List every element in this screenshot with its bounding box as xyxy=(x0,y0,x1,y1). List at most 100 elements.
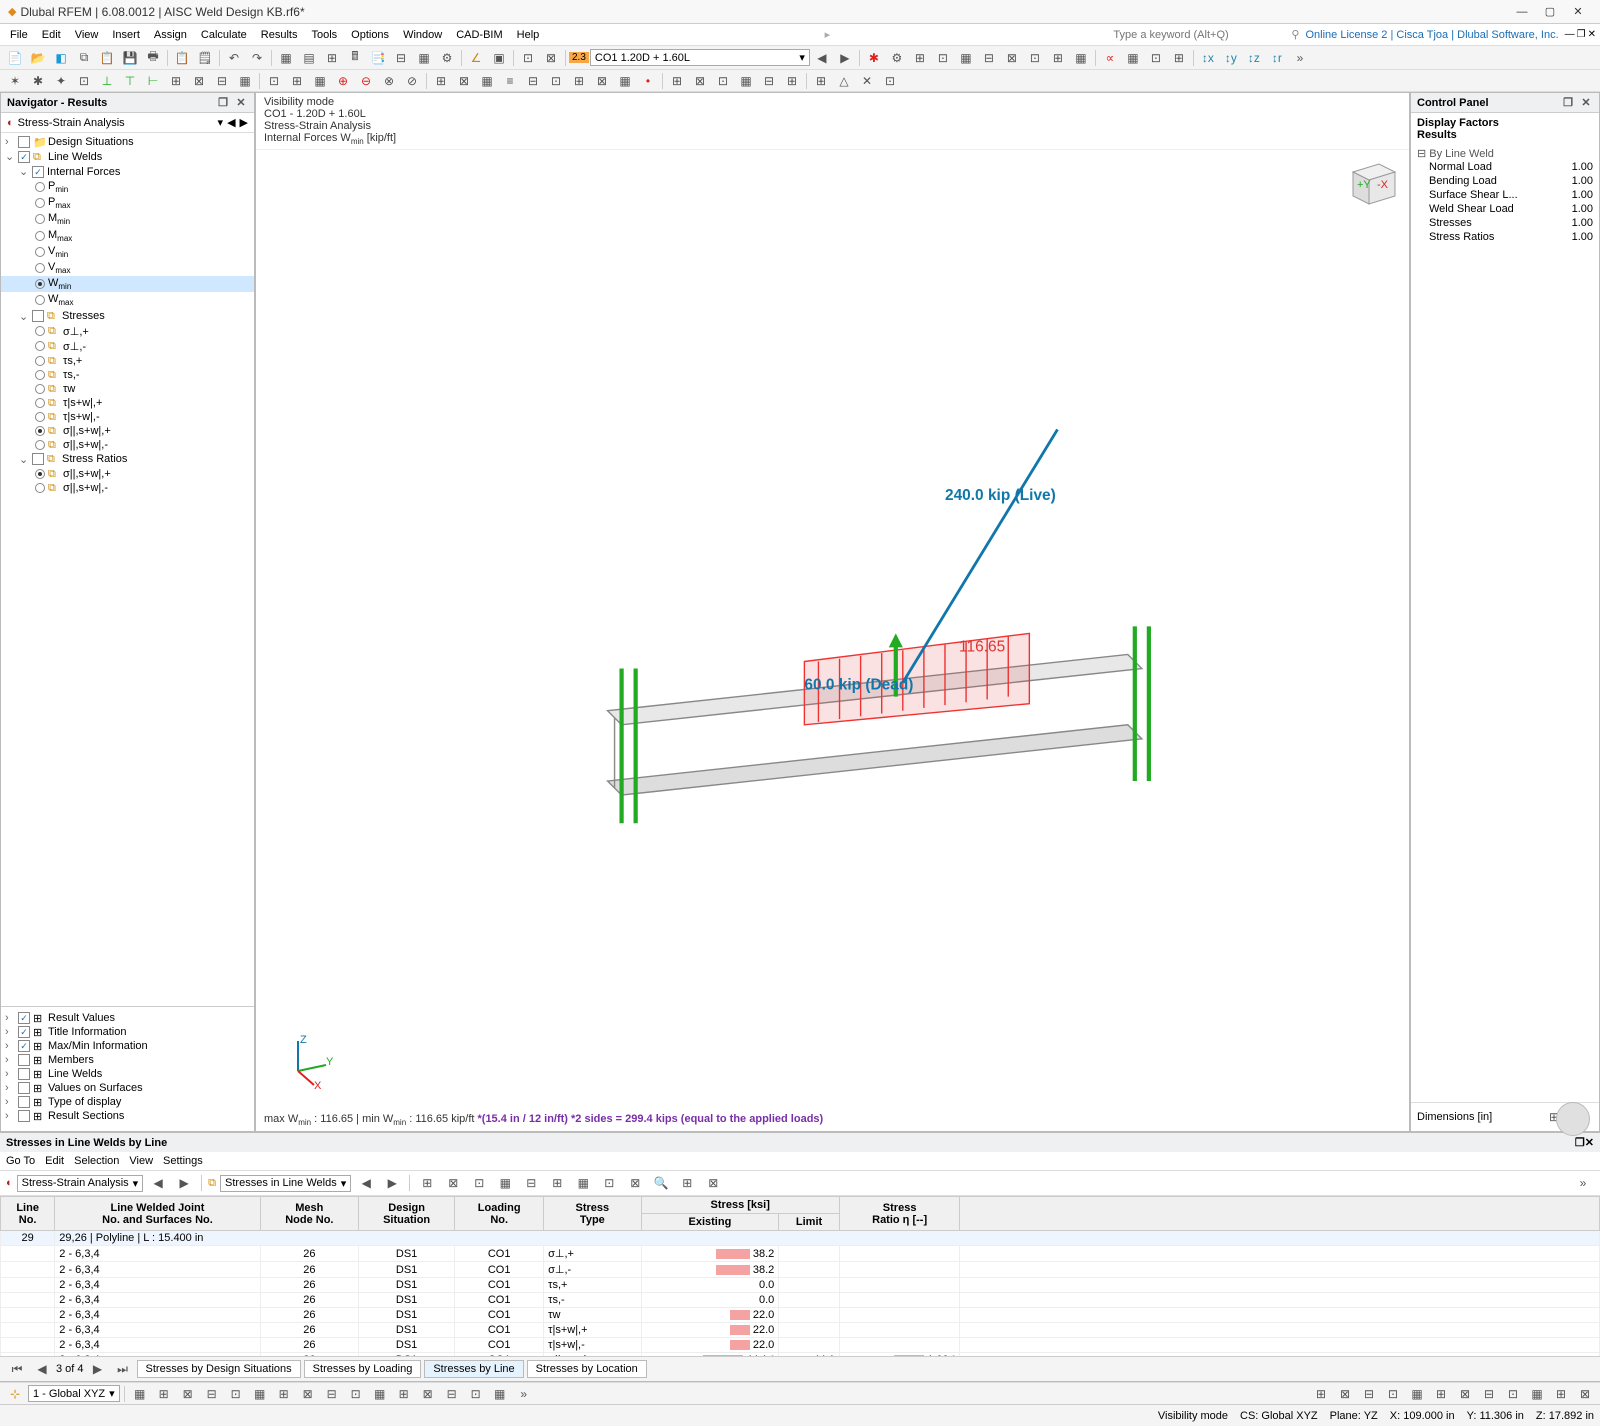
b23-icon[interactable]: ⊟ xyxy=(522,71,544,91)
nav-lower-2[interactable]: Max/Min Information xyxy=(48,1040,148,1052)
view-cube[interactable]: +Y -X xyxy=(1341,158,1401,212)
tree-stress-7[interactable]: σ||,s+w|,+ xyxy=(63,425,111,437)
tree-stress-0[interactable]: σ⊥,+ xyxy=(63,325,89,338)
b13-icon[interactable]: ⊞ xyxy=(286,71,308,91)
t5-icon[interactable]: ⊠ xyxy=(1001,48,1023,68)
ctrl-item-value[interactable]: 1.00 xyxy=(1572,231,1593,243)
bb6-icon[interactable]: ▦ xyxy=(249,1384,271,1404)
tt-prev2-icon[interactable]: ◀ xyxy=(355,1173,377,1193)
tt-prev-icon[interactable]: ◀ xyxy=(147,1173,169,1193)
b21-icon[interactable]: ▦ xyxy=(476,71,498,91)
paste-icon[interactable]: 📋 xyxy=(96,48,118,68)
tree-vmax[interactable]: Vmax xyxy=(48,261,70,275)
panel-close-icon[interactable]: ✕ xyxy=(234,96,248,109)
b14-icon[interactable]: ▦ xyxy=(309,71,331,91)
tree-stress-2[interactable]: τs,+ xyxy=(63,355,82,367)
save-icon[interactable]: 💾 xyxy=(119,48,141,68)
tree-wmax[interactable]: Wmax xyxy=(48,293,74,307)
coord-icon[interactable]: ⊹ xyxy=(4,1384,26,1404)
b35-icon[interactable]: ⊞ xyxy=(810,71,832,91)
bb12-icon[interactable]: ⊞ xyxy=(393,1384,415,1404)
b17-icon[interactable]: ⊗ xyxy=(378,71,400,91)
b11-icon[interactable]: ▦ xyxy=(234,71,256,91)
gear2-icon[interactable]: ⚙ xyxy=(886,48,908,68)
t6-icon[interactable]: ⊡ xyxy=(1024,48,1046,68)
tt9-icon[interactable]: ⊠ xyxy=(624,1173,646,1193)
bb29-icon[interactable]: ▦ xyxy=(1526,1384,1548,1404)
bb5-icon[interactable]: ⊡ xyxy=(225,1384,247,1404)
bb2-icon[interactable]: ⊞ xyxy=(153,1384,175,1404)
b29-icon[interactable]: ⊞ xyxy=(666,71,688,91)
b31-icon[interactable]: ⊡ xyxy=(712,71,734,91)
b8-icon[interactable]: ⊞ xyxy=(165,71,187,91)
b4-icon[interactable]: ⊡ xyxy=(73,71,95,91)
tree-stresses[interactable]: Stresses xyxy=(62,310,105,322)
pager-prev-icon[interactable]: ◀ xyxy=(31,1359,53,1379)
highlight-icon[interactable]: ∠ xyxy=(465,48,487,68)
b33-icon[interactable]: ⊟ xyxy=(758,71,780,91)
b32-icon[interactable]: ▦ xyxy=(735,71,757,91)
ctrl-undock-icon[interactable]: ❐ xyxy=(1561,96,1575,109)
model1-icon[interactable]: ⊡ xyxy=(517,48,539,68)
tt7-icon[interactable]: ▦ xyxy=(572,1173,594,1193)
redo-icon[interactable]: ↷ xyxy=(246,48,268,68)
tree-mmin[interactable]: Mmin xyxy=(48,212,70,226)
fe-icon[interactable]: ▦ xyxy=(413,48,435,68)
tree-line-welds[interactable]: Line Welds xyxy=(48,151,102,163)
b3-icon[interactable]: ✦ xyxy=(50,71,72,91)
bb26-icon[interactable]: ⊠ xyxy=(1454,1384,1476,1404)
table-menu-go-to[interactable]: Go To xyxy=(6,1155,35,1167)
tree-stress-1[interactable]: σ⊥,- xyxy=(63,340,86,353)
tree-internal-forces[interactable]: Internal Forces xyxy=(47,166,120,178)
bb13-icon[interactable]: ⊠ xyxy=(417,1384,439,1404)
ctrl-close-icon[interactable]: ✕ xyxy=(1579,96,1593,109)
b26-icon[interactable]: ⊠ xyxy=(591,71,613,91)
b2-icon[interactable]: ✱ xyxy=(27,71,49,91)
nav-lower-4[interactable]: Line Welds xyxy=(48,1068,102,1080)
t13-icon[interactable]: ↕x xyxy=(1197,48,1219,68)
b9-icon[interactable]: ⊠ xyxy=(188,71,210,91)
b20-icon[interactable]: ⊠ xyxy=(453,71,475,91)
nav-lower-5[interactable]: Values on Surfaces xyxy=(48,1082,143,1094)
menu-assign[interactable]: Assign xyxy=(148,27,193,43)
table-menu-settings[interactable]: Settings xyxy=(163,1155,203,1167)
t3-icon[interactable]: ▦ xyxy=(955,48,977,68)
b34-icon[interactable]: ⊞ xyxy=(781,71,803,91)
t2-icon[interactable]: ⊡ xyxy=(932,48,954,68)
tt12-icon[interactable]: ⊠ xyxy=(702,1173,724,1193)
bb22-icon[interactable]: ⊟ xyxy=(1358,1384,1380,1404)
b24-icon[interactable]: ⊡ xyxy=(545,71,567,91)
ctrl-item-value[interactable]: 1.00 xyxy=(1572,217,1593,229)
menu-window[interactable]: Window xyxy=(397,27,448,43)
table-menu-edit[interactable]: Edit xyxy=(45,1155,64,1167)
b12-icon[interactable]: ⊡ xyxy=(263,71,285,91)
menu-calculate[interactable]: Calculate xyxy=(195,27,253,43)
t15-icon[interactable]: ↕z xyxy=(1243,48,1265,68)
tree-wmin[interactable]: Wmin xyxy=(48,277,71,291)
t14-icon[interactable]: ↕y xyxy=(1220,48,1242,68)
table-undock-icon[interactable]: ❐ xyxy=(1575,1136,1585,1149)
b6-icon[interactable]: ⊤ xyxy=(119,71,141,91)
tree-stress-5[interactable]: τ|s+w|,+ xyxy=(63,397,102,409)
pager-last-icon[interactable]: ⏭ xyxy=(112,1359,134,1379)
nav-next-icon[interactable]: ▶ xyxy=(240,116,248,129)
bb28-icon[interactable]: ⊡ xyxy=(1502,1384,1524,1404)
menu-insert[interactable]: Insert xyxy=(106,27,146,43)
t11-icon[interactable]: ⊡ xyxy=(1145,48,1167,68)
doc-close-button[interactable]: ✕ xyxy=(1588,29,1596,40)
tt1-icon[interactable]: ⊞ xyxy=(416,1173,438,1193)
b22-icon[interactable]: ≡ xyxy=(499,71,521,91)
copy-icon[interactable]: ⧉ xyxy=(73,48,95,68)
clipboard-icon[interactable]: 📋 xyxy=(171,48,193,68)
results-tab-0[interactable]: Stresses by Design Situations xyxy=(137,1360,301,1378)
table-ssa-combo[interactable]: Stress-Strain Analysis ▾ xyxy=(17,1175,144,1192)
t16-icon[interactable]: ↕r xyxy=(1266,48,1288,68)
nav-lower-3[interactable]: Members xyxy=(48,1054,94,1066)
b27-icon[interactable]: ▦ xyxy=(614,71,636,91)
table-close-icon[interactable]: ✕ xyxy=(1585,1136,1594,1149)
table-menu-selection[interactable]: Selection xyxy=(74,1155,119,1167)
nav-dropdown-icon[interactable]: ▾ xyxy=(218,116,224,129)
results-tab-2[interactable]: Stresses by Line xyxy=(424,1360,523,1378)
note-icon[interactable]: 🗒 xyxy=(194,48,216,68)
open-icon[interactable]: 📂 xyxy=(27,48,49,68)
